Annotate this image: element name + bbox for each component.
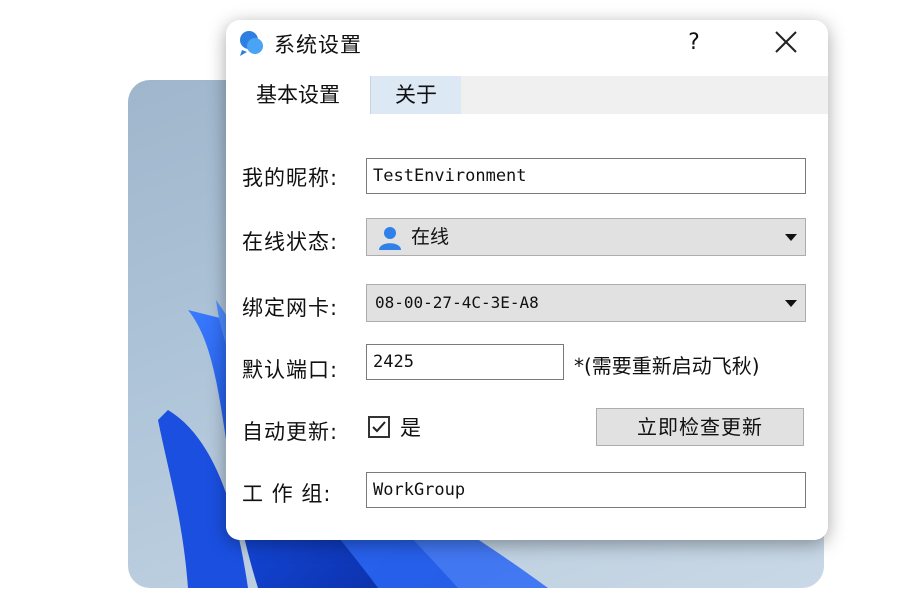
nic-select[interactable]: 08-00-27-4C-3E-A8 (366, 284, 806, 322)
tab-basic-settings[interactable]: 基本设置 (226, 76, 370, 114)
chevron-down-icon (785, 300, 797, 307)
close-icon (775, 31, 797, 53)
tab-bar: 基本设置 关于 (226, 76, 828, 115)
nickname-label: 我的昵称: (242, 166, 339, 190)
tab-about[interactable]: 关于 (370, 76, 461, 114)
nic-label: 绑定网卡: (242, 296, 339, 320)
auto-update-label: 自动更新: (242, 420, 339, 444)
title-bar: 系统设置 ? (226, 20, 828, 66)
close-button[interactable] (766, 24, 806, 62)
help-button[interactable]: ? (674, 26, 714, 60)
nickname-input[interactable]: TestEnvironment (366, 158, 806, 194)
status-value: 在线 (411, 226, 450, 248)
status-select[interactable]: 在线 (366, 218, 806, 256)
auto-update-option: 是 (400, 416, 421, 440)
status-label: 在线状态: (242, 230, 339, 254)
workgroup-label: 工 作 组: (242, 482, 332, 506)
user-icon (379, 227, 401, 250)
restart-note: *(需要重新启动飞秋) (574, 354, 760, 378)
nic-value: 08-00-27-4C-3E-A8 (375, 293, 539, 312)
dialog-title: 系统设置 (274, 33, 362, 57)
checkmark-icon (372, 421, 386, 433)
port-label: 默认端口: (242, 358, 339, 382)
chevron-down-icon (785, 234, 797, 241)
settings-dialog: 系统设置 ? 基本设置 关于 我的昵称: TestEnvironment 在线状… (226, 20, 828, 540)
settings-panel: 我的昵称: TestEnvironment 在线状态: 在线 绑定网卡: 08-… (226, 114, 828, 540)
chat-bubbles-icon (240, 31, 263, 56)
workgroup-input[interactable]: WorkGroup (366, 472, 806, 508)
auto-update-checkbox[interactable] (368, 416, 390, 438)
check-update-button[interactable]: 立即检查更新 (596, 408, 804, 446)
port-input[interactable]: 2425 (366, 344, 564, 380)
